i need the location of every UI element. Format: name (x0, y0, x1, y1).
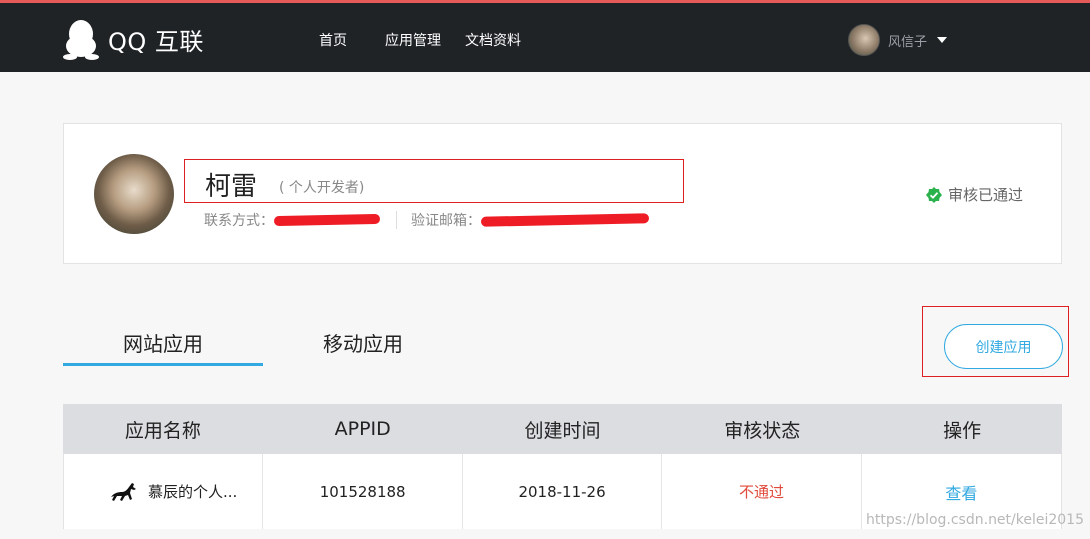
tab-website-apps[interactable]: 网站应用 (123, 328, 203, 357)
horse-logo-icon (106, 474, 140, 509)
penguin-icon (63, 20, 99, 60)
view-app-link[interactable]: 查看 (945, 480, 977, 504)
app-table: 应用名称 APPID 创建时间 审核状态 操作 慕辰的个人... 1015281… (63, 404, 1062, 529)
user-menu[interactable]: 风信子 (848, 24, 948, 56)
tab-mobile-apps[interactable]: 移动应用 (323, 328, 403, 357)
column-header: 操作 (943, 419, 982, 442)
active-tab-indicator (63, 363, 263, 366)
email-label: 验证邮箱： (411, 213, 481, 229)
developer-avatar (94, 154, 174, 234)
name-highlight-box: 柯雷 ( 个人开发者) (184, 159, 684, 203)
nav-home[interactable]: 首页 (319, 30, 347, 50)
top-navbar: QQ 互联 首页 应用管理 文档资料 风信子 (0, 3, 1090, 72)
review-status-cell: 不通过 (662, 454, 862, 529)
review-status-text: 审核已通过 (948, 186, 1024, 204)
app-name: 慕辰的个人... (148, 483, 238, 501)
developer-name: 柯雷 (205, 172, 258, 202)
redacted-phone (273, 213, 381, 227)
check-circle-icon (926, 186, 942, 203)
qq-logo[interactable]: QQ 互联 (62, 16, 212, 62)
column-header: APPID (334, 418, 391, 440)
watermark: https://blog.csdn.net/kelei2015 (866, 512, 1084, 528)
contact-info: 联系方式： 验证邮箱： (204, 210, 650, 230)
user-name: 风信子 (888, 34, 928, 50)
create-app-button[interactable]: 创建应用 (944, 324, 1063, 369)
column-header: 创建时间 (524, 419, 601, 442)
user-avatar (848, 24, 880, 56)
column-header: 审核状态 (724, 419, 801, 442)
app-id: 101528188 (263, 454, 463, 529)
caret-down-icon (937, 37, 948, 43)
created-date: 2018-11-26 (463, 454, 663, 529)
app-name-cell: 慕辰的个人... (64, 454, 264, 529)
nav-docs[interactable]: 文档资料 (465, 30, 521, 50)
contact-label: 联系方式： (204, 213, 274, 229)
create-app-highlight-box: 创建应用 (922, 306, 1069, 377)
divider (396, 211, 397, 229)
developer-profile-card: 柯雷 ( 个人开发者) 联系方式： 验证邮箱： 审核已通过 (63, 123, 1062, 264)
table-header: 应用名称 APPID 创建时间 审核状态 操作 (63, 404, 1062, 454)
nav-app-management[interactable]: 应用管理 (385, 30, 441, 50)
column-header: 应用名称 (124, 419, 201, 442)
logo-text: QQ 互联 (108, 27, 204, 56)
developer-type: ( 个人开发者) (279, 180, 365, 196)
review-status: 审核已通过 (926, 184, 1023, 205)
redacted-email (480, 213, 650, 227)
